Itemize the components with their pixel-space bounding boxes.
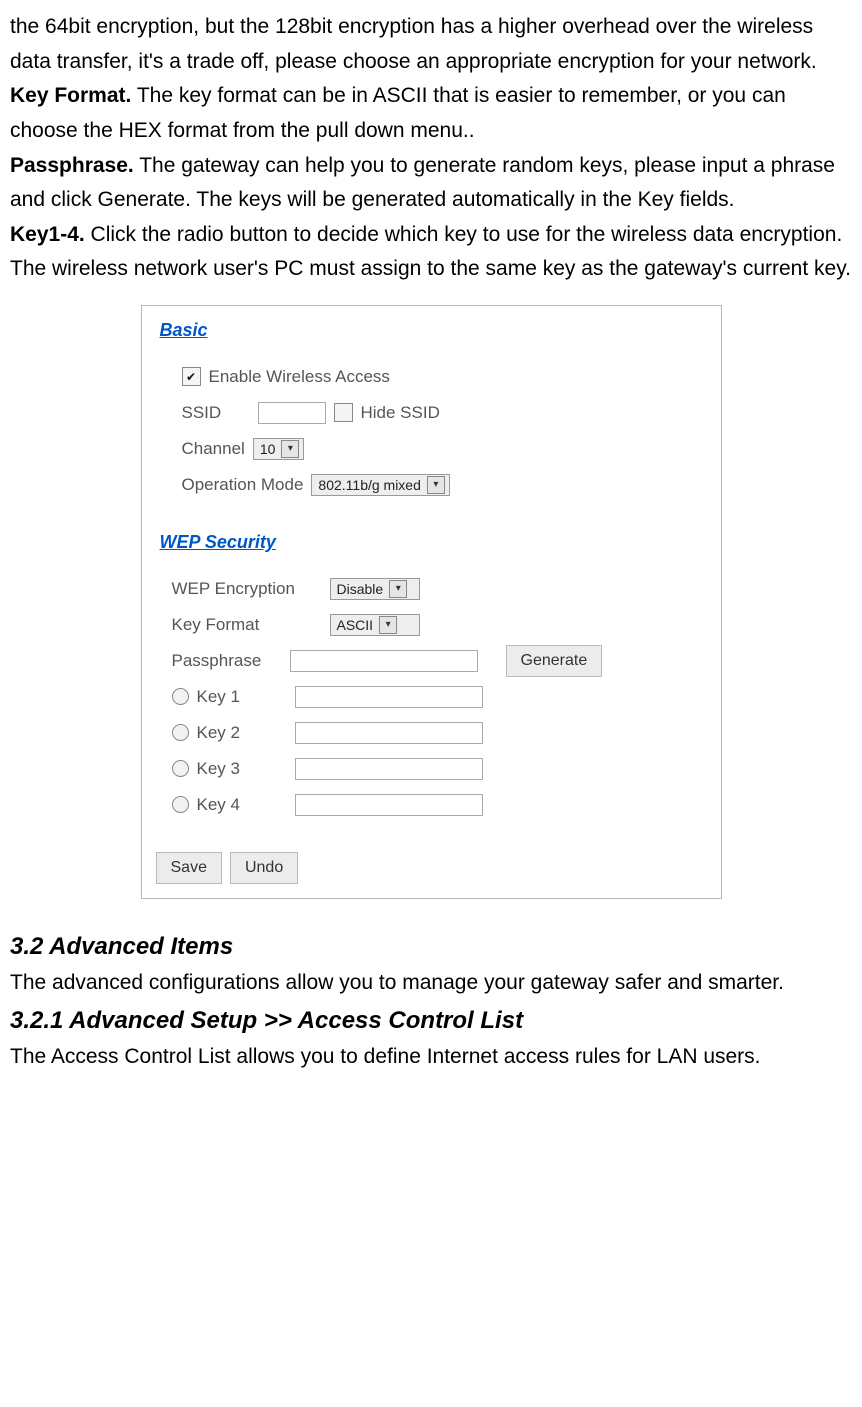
enable-wireless-label: Enable Wireless Access (209, 360, 390, 394)
ssid-input[interactable] (258, 402, 326, 424)
keyformat-label: Key Format. (10, 84, 131, 107)
enable-wireless-checkbox[interactable] (182, 367, 201, 386)
key4-radio[interactable] (172, 796, 189, 813)
passphrase-label: Passphrase. (10, 154, 134, 177)
channel-select[interactable]: 10 ▾ (253, 438, 305, 460)
key4-label: Key 4 (197, 788, 287, 822)
wep-encryption-label: WEP Encryption (172, 572, 322, 606)
key1-row: Key 1 (172, 680, 703, 714)
enable-wireless-row: Enable Wireless Access (182, 360, 703, 394)
key1-input[interactable] (295, 686, 483, 708)
opmode-row: Operation Mode 802.11b/g mixed ▾ (182, 468, 703, 502)
opmode-label: Operation Mode (182, 468, 304, 502)
wep-encryption-row: WEP Encryption Disable ▾ (172, 572, 703, 606)
key3-row: Key 3 (172, 752, 703, 786)
hide-ssid-checkbox[interactable] (334, 403, 353, 422)
chevron-down-icon: ▾ (389, 580, 407, 598)
key1-radio[interactable] (172, 688, 189, 705)
ssid-label: SSID (182, 396, 250, 430)
chevron-down-icon: ▾ (281, 440, 299, 458)
key-format-label: Key Format (172, 608, 322, 642)
wep-section-body: WEP Encryption Disable ▾ Key Format ASCI… (142, 564, 721, 838)
passphrase-row: Passphrase Generate (172, 644, 703, 678)
chevron-down-icon: ▾ (427, 476, 445, 494)
undo-button[interactable]: Undo (230, 852, 298, 884)
basic-section-body: Enable Wireless Access SSID Hide SSID Ch… (142, 352, 721, 518)
key2-radio[interactable] (172, 724, 189, 741)
save-button[interactable]: Save (156, 852, 222, 884)
hide-ssid-label: Hide SSID (361, 396, 440, 430)
key3-label: Key 3 (197, 752, 287, 786)
acl-heading: 3.2.1 Advanced Setup >> Access Control L… (10, 1001, 852, 1041)
key2-input[interactable] (295, 722, 483, 744)
key4-row: Key 4 (172, 788, 703, 822)
ssid-row: SSID Hide SSID (182, 396, 703, 430)
passphrase-paragraph: Passphrase. The gateway can help you to … (10, 149, 852, 218)
key3-input[interactable] (295, 758, 483, 780)
key14-label: Key1-4. (10, 223, 85, 246)
generate-button[interactable]: Generate (506, 645, 603, 677)
button-row: Save Undo (142, 838, 721, 898)
passphrase-input[interactable] (290, 650, 478, 672)
key2-label: Key 2 (197, 716, 287, 750)
key3-radio[interactable] (172, 760, 189, 777)
key-format-select[interactable]: ASCII ▾ (330, 614, 420, 636)
wep-section-title: WEP Security (142, 518, 721, 564)
key-format-row: Key Format ASCII ▾ (172, 608, 703, 642)
advanced-items-paragraph: The advanced configurations allow you to… (10, 966, 852, 1001)
key-format-value: ASCII (337, 611, 374, 639)
key1-label: Key 1 (197, 680, 287, 714)
key14-paragraph: Key1-4. Click the radio button to decide… (10, 218, 852, 287)
keyformat-paragraph: Key Format. The key format can be in ASC… (10, 79, 852, 148)
wep-encryption-select[interactable]: Disable ▾ (330, 578, 420, 600)
key4-input[interactable] (295, 794, 483, 816)
advanced-items-heading: 3.2 Advanced Items (10, 927, 852, 967)
opmode-value: 802.11b/g mixed (318, 471, 420, 499)
key14-text: Click the radio button to decide which k… (10, 223, 851, 281)
wep-passphrase-label: Passphrase (172, 644, 282, 678)
channel-row: Channel 10 ▾ (182, 432, 703, 466)
opmode-select[interactable]: 802.11b/g mixed ▾ (311, 474, 449, 496)
chevron-down-icon: ▾ (379, 616, 397, 634)
channel-value: 10 (260, 435, 276, 463)
wep-encryption-value: Disable (337, 575, 384, 603)
intro-paragraph-1: the 64bit encryption, but the 128bit enc… (10, 10, 852, 79)
key2-row: Key 2 (172, 716, 703, 750)
wireless-config-panel: Basic Enable Wireless Access SSID Hide S… (141, 305, 722, 898)
passphrase-text: The gateway can help you to generate ran… (10, 154, 835, 212)
basic-section-title: Basic (142, 306, 721, 352)
acl-paragraph: The Access Control List allows you to de… (10, 1040, 852, 1075)
channel-label: Channel (182, 432, 245, 466)
